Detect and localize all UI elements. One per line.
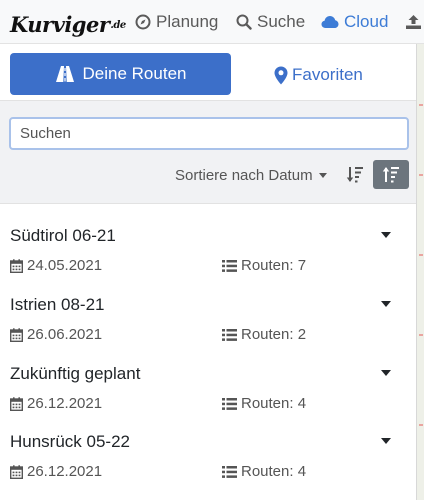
sort-descending-button[interactable] xyxy=(337,160,373,189)
route-item[interactable]: Zukünftig geplant 26.12.2021 Routen: 4 xyxy=(0,364,416,433)
caret-down-icon[interactable] xyxy=(381,438,391,446)
upload-icon xyxy=(406,15,421,29)
route-title[interactable]: Südtirol 06-21 xyxy=(10,226,116,246)
route-title[interactable]: Zukünftig geplant xyxy=(10,364,140,384)
map-edge xyxy=(416,44,424,500)
route-title[interactable]: Istrien 08-21 xyxy=(10,295,105,315)
route-count: Routen: 2 xyxy=(222,326,306,343)
nav-upload[interactable] xyxy=(405,11,424,33)
nav-cloud-label: Cloud xyxy=(344,12,389,31)
list-icon xyxy=(222,465,237,478)
sort-ascending-button[interactable] xyxy=(373,160,409,189)
cloud-icon xyxy=(321,16,339,28)
caret-down-icon[interactable] xyxy=(381,232,391,240)
logo-tld: .de xyxy=(110,20,126,31)
list-icon xyxy=(222,397,237,410)
app-logo[interactable]: Kurviger .de xyxy=(10,7,126,37)
route-count-value: Routen: 4 xyxy=(241,463,307,480)
route-date: 24.05.2021 xyxy=(10,257,102,274)
map-marker-icon xyxy=(274,66,288,84)
tab-favoriten[interactable]: Favoriten xyxy=(274,63,363,87)
route-date: 26.06.2021 xyxy=(10,326,102,343)
search-input[interactable] xyxy=(9,117,409,150)
route-item[interactable]: Istrien 08-21 26.06.2021 Routen: 2 xyxy=(0,295,416,364)
calendar-icon xyxy=(10,396,23,411)
sort-amount-down-icon xyxy=(346,167,363,183)
sort-dropdown[interactable]: Sortiere nach Datum xyxy=(175,165,327,185)
route-date-value: 26.06.2021 xyxy=(27,326,103,343)
route-date: 26.12.2021 xyxy=(10,395,102,412)
route-item[interactable]: Südtirol 06-21 24.05.2021 Routen: 7 xyxy=(0,226,416,295)
nav-planung[interactable]: Planung xyxy=(135,11,218,33)
tab-favoriten-label: Favoriten xyxy=(292,65,363,84)
route-date-value: 26.12.2021 xyxy=(27,463,103,480)
list-icon xyxy=(222,259,237,272)
route-count: Routen: 4 xyxy=(222,395,306,412)
route-date: 26.12.2021 xyxy=(10,463,102,480)
tab-deine-routen[interactable]: Deine Routen xyxy=(10,53,231,95)
route-item[interactable]: Hunsrück 05-22 26.12.2021 Routen: 4 xyxy=(0,432,416,500)
nav-suche[interactable]: Suche xyxy=(236,11,305,33)
list-icon xyxy=(222,328,237,341)
compass-icon xyxy=(135,14,151,30)
nav-suche-label: Suche xyxy=(257,12,306,31)
road-icon xyxy=(55,66,74,82)
logo-text: Kurviger xyxy=(10,12,110,37)
calendar-icon xyxy=(10,258,23,273)
route-date-value: 26.12.2021 xyxy=(27,395,103,412)
top-navbar: Kurviger .de Planung Suche Cloud xyxy=(0,0,424,44)
sort-amount-up-icon xyxy=(382,167,399,183)
calendar-icon xyxy=(10,464,23,479)
nav-planung-label: Planung xyxy=(156,12,219,31)
route-date-value: 24.05.2021 xyxy=(27,257,103,274)
route-title[interactable]: Hunsrück 05-22 xyxy=(10,432,130,452)
sort-dropdown-label: Sortiere nach Datum xyxy=(175,166,313,184)
route-count: Routen: 4 xyxy=(222,463,306,480)
search-icon xyxy=(236,14,252,30)
calendar-icon xyxy=(10,327,23,342)
route-count: Routen: 7 xyxy=(222,257,306,274)
route-count-value: Routen: 7 xyxy=(241,257,307,274)
caret-down-icon[interactable] xyxy=(381,370,391,378)
caret-down-icon[interactable] xyxy=(381,301,391,309)
chevron-down-icon xyxy=(318,172,327,178)
route-count-value: Routen: 4 xyxy=(241,395,307,412)
nav-cloud[interactable]: Cloud xyxy=(321,11,388,33)
tab-deine-routen-label: Deine Routen xyxy=(82,64,187,83)
route-count-value: Routen: 2 xyxy=(241,326,307,343)
